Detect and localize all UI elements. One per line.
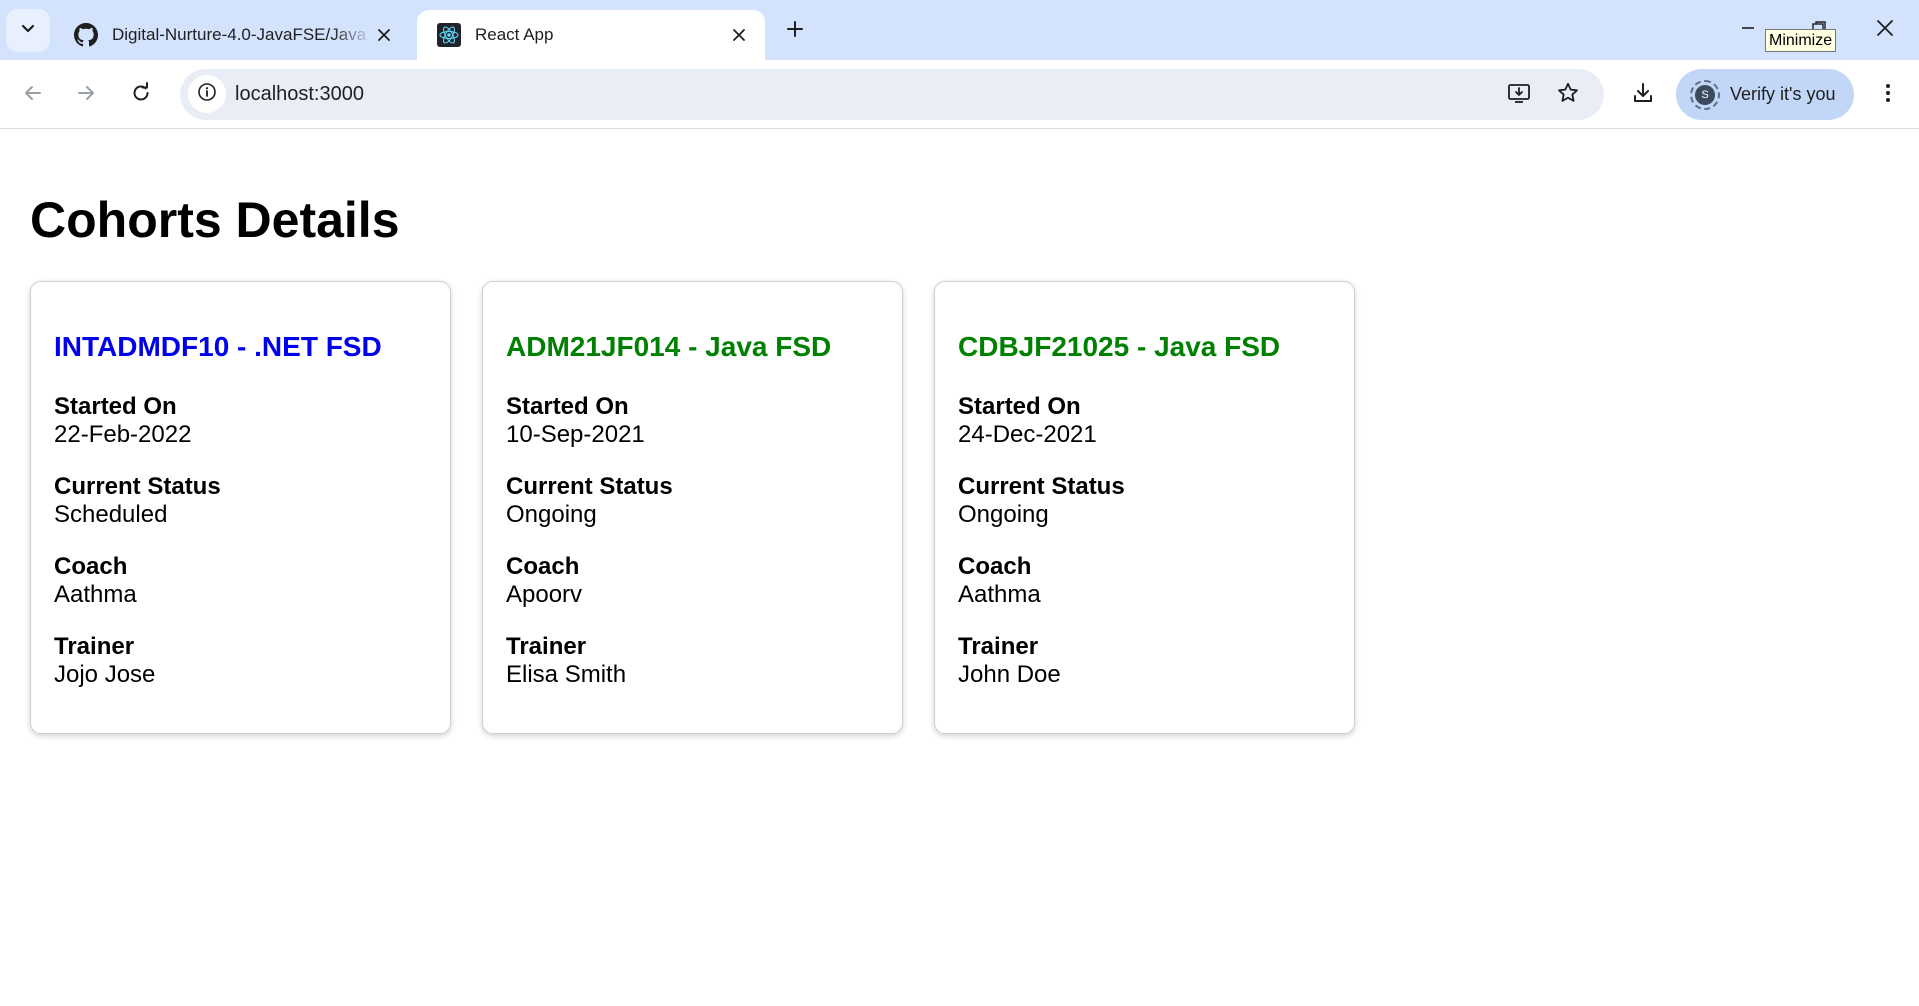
coach-value: Aathma	[958, 581, 1041, 608]
install-app-button[interactable]	[1501, 77, 1537, 113]
trainer-label: Trainer	[54, 633, 135, 660]
install-icon	[1507, 81, 1531, 110]
github-icon	[74, 23, 98, 47]
cohort-card: ADM21JF014 - Java FSD Started On 10-Sep-…	[482, 281, 903, 734]
site-info-button[interactable]	[188, 75, 226, 113]
coach-label: Coach	[958, 553, 1032, 580]
status-value: Ongoing	[506, 501, 597, 528]
bookmark-button[interactable]	[1550, 77, 1586, 113]
started-on-label: Started On	[958, 393, 1081, 420]
reload-button[interactable]	[123, 77, 159, 113]
tab-search-button[interactable]	[6, 9, 50, 52]
tab-github[interactable]: Digital-Nurture-4.0-JavaFSE/Java	[54, 10, 410, 60]
minimize-icon	[1740, 20, 1756, 41]
coach-label: Coach	[506, 553, 580, 580]
arrow-left-icon	[22, 82, 44, 109]
started-on-value: 10-Sep-2021	[506, 421, 645, 448]
downloads-button[interactable]	[1625, 77, 1661, 113]
cohort-card: INTADMDF10 - .NET FSD Started On 22-Feb-…	[30, 281, 451, 734]
menu-button[interactable]	[1870, 77, 1906, 113]
info-icon	[197, 82, 217, 107]
started-on-value: 22-Feb-2022	[54, 421, 192, 448]
coach-value: Aathma	[54, 581, 137, 608]
download-icon	[1631, 81, 1655, 110]
close-icon	[1876, 19, 1894, 42]
star-icon	[1556, 81, 1580, 110]
avatar: S	[1690, 79, 1720, 110]
page-title: Cohorts Details	[30, 192, 400, 248]
cohort-name: INTADMDF10 - .NET FSD	[54, 331, 382, 362]
trainer-value: Elisa Smith	[506, 661, 627, 688]
tab-title: React App	[475, 25, 554, 44]
status-label: Current Status	[958, 473, 1125, 500]
status-label: Current Status	[506, 473, 673, 500]
browser-toolbar: localhost:3000 S Verify it's you	[0, 60, 1919, 129]
reload-icon	[130, 81, 152, 109]
address-bar[interactable]: localhost:3000	[180, 69, 1604, 120]
status-label: Current Status	[54, 473, 221, 500]
coach-value: Apoorv	[506, 581, 583, 608]
avatar-initial: S	[1695, 84, 1715, 105]
tab-title: Digital-Nurture-4.0-JavaFSE/Java	[112, 25, 367, 44]
arrow-right-icon	[75, 82, 97, 109]
window-close-button[interactable]	[1865, 10, 1905, 50]
trainer-label: Trainer	[506, 633, 587, 660]
started-on-value: 24-Dec-2021	[958, 421, 1097, 448]
url-text[interactable]: localhost:3000	[235, 69, 364, 120]
cohort-name: ADM21JF014 - Java FSD	[506, 331, 832, 362]
coach-label: Coach	[54, 553, 128, 580]
trainer-value: John Doe	[958, 661, 1061, 688]
close-icon[interactable]	[372, 23, 396, 47]
started-on-label: Started On	[54, 393, 177, 420]
status-value: Ongoing	[958, 501, 1049, 528]
tab-react-app[interactable]: React App	[417, 10, 765, 60]
trainer-label: Trainer	[958, 633, 1039, 660]
minimize-button[interactable]	[1728, 10, 1768, 50]
chevron-down-icon	[20, 20, 36, 41]
status-value: Scheduled	[54, 501, 168, 528]
close-icon[interactable]	[727, 23, 751, 47]
profile-button[interactable]: S Verify it's you	[1676, 69, 1854, 120]
cohort-card: CDBJF21025 - Java FSD Started On 24-Dec-…	[934, 281, 1355, 734]
profile-label: Verify it's you	[1730, 84, 1836, 104]
new-tab-button[interactable]	[778, 14, 812, 48]
more-vert-icon	[1884, 81, 1892, 110]
minimize-tooltip: Minimize	[1765, 29, 1837, 52]
react-icon	[437, 23, 461, 47]
tab-strip: Digital-Nurture-4.0-JavaFSE/Java React A…	[0, 0, 1919, 60]
cohort-name: CDBJF21025 - Java FSD	[958, 331, 1281, 362]
plus-icon	[786, 20, 804, 43]
back-button[interactable]	[15, 77, 51, 113]
forward-button[interactable]	[68, 77, 104, 113]
started-on-label: Started On	[506, 393, 629, 420]
trainer-value: Jojo Jose	[54, 661, 156, 688]
